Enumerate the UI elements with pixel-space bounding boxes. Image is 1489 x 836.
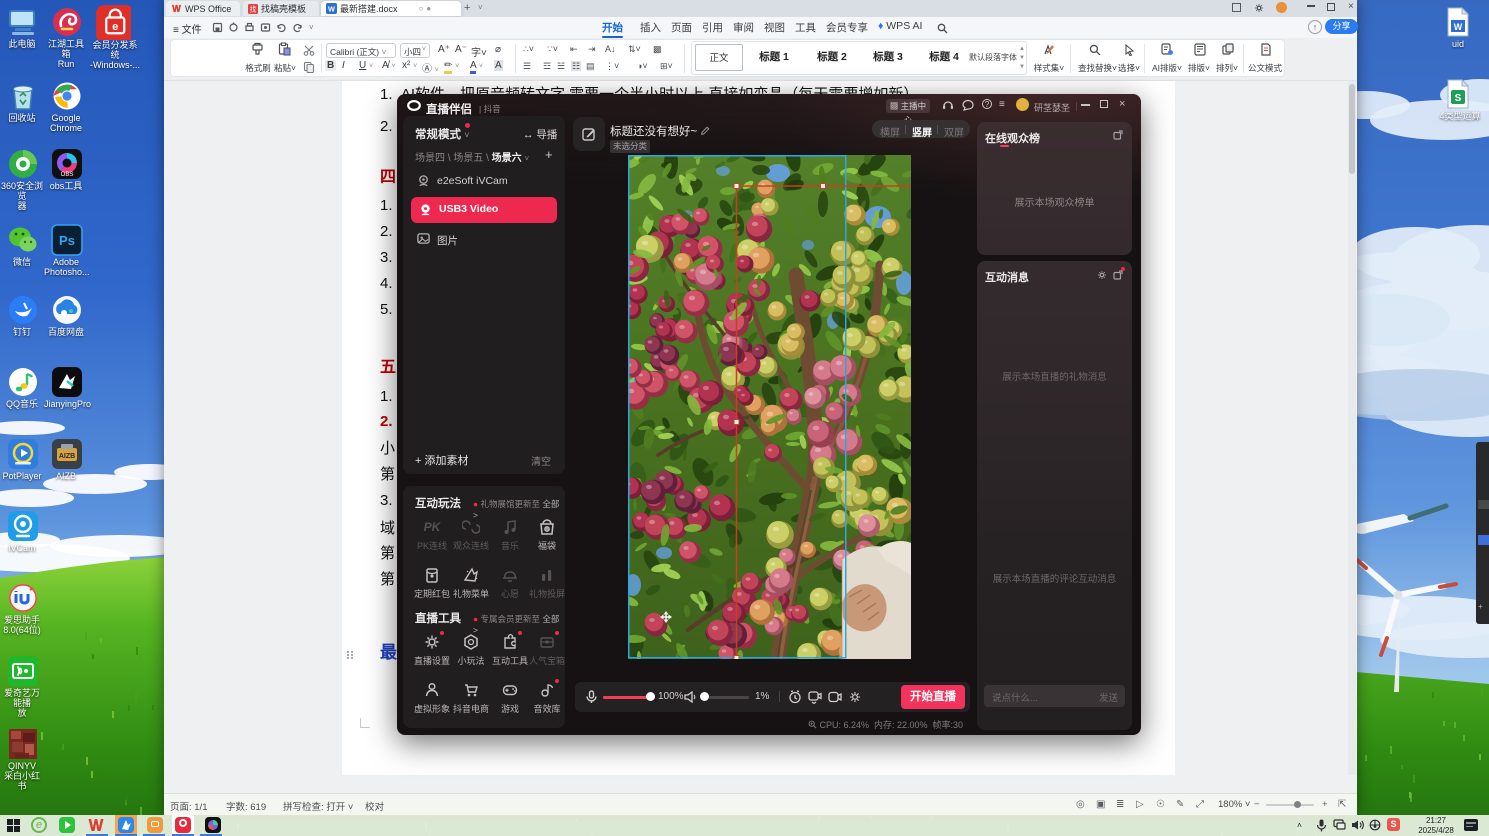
svg-text:PK: PK — [424, 520, 441, 534]
svg-text:Ps: Ps — [59, 233, 75, 248]
svg-text:W: W — [328, 4, 335, 13]
svg-text:AIZB: AIZB — [59, 453, 75, 460]
svg-text:S: S — [1455, 93, 1462, 104]
svg-text:找: 找 — [250, 4, 257, 13]
svg-text:W: W — [1454, 22, 1463, 32]
svg-text:OBS: OBS — [61, 172, 74, 178]
svg-text:e: e — [112, 21, 118, 33]
